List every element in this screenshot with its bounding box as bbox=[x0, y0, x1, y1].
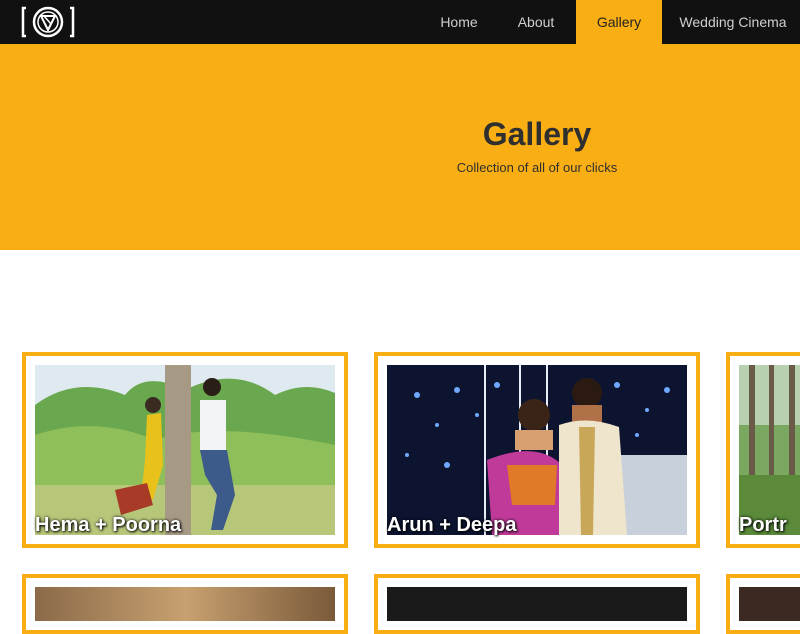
gallery-caption: Arun + Deepa bbox=[387, 514, 517, 536]
gallery-caption: Hema + Poorna bbox=[35, 514, 182, 536]
gallery-photo bbox=[739, 365, 800, 535]
nav-about[interactable]: About bbox=[505, 0, 567, 44]
gallery-photo bbox=[387, 365, 687, 535]
gallery-card[interactable] bbox=[374, 574, 700, 634]
gallery-card-portraits[interactable]: Portr bbox=[726, 352, 800, 548]
gallery-photo bbox=[739, 587, 800, 621]
page-subtitle: Collection of all of our clicks bbox=[456, 160, 618, 175]
page-title: Gallery bbox=[482, 116, 592, 152]
gallery-photo bbox=[387, 587, 687, 621]
gallery-caption: Portr bbox=[739, 514, 787, 536]
gallery-photo bbox=[35, 365, 335, 535]
nav-wedding-cinema[interactable]: Wedding Cinema bbox=[672, 0, 794, 44]
nav-home[interactable]: Home bbox=[428, 0, 490, 44]
camera-aperture-logo-icon[interactable] bbox=[20, 4, 76, 40]
gallery-card-arun-deepa[interactable]: Arun + Deepa bbox=[374, 352, 700, 548]
gallery-card-hema-poorna[interactable]: Hema + Poorna bbox=[22, 352, 348, 548]
hero-banner: Gallery Collection of all of our clicks bbox=[0, 44, 800, 250]
top-navbar: Home About Gallery Wedding Cinema bbox=[0, 0, 800, 44]
gallery-photo bbox=[35, 587, 335, 621]
nav-gallery[interactable]: Gallery bbox=[576, 0, 662, 44]
gallery-card[interactable] bbox=[726, 574, 800, 634]
gallery-card[interactable] bbox=[22, 574, 348, 634]
